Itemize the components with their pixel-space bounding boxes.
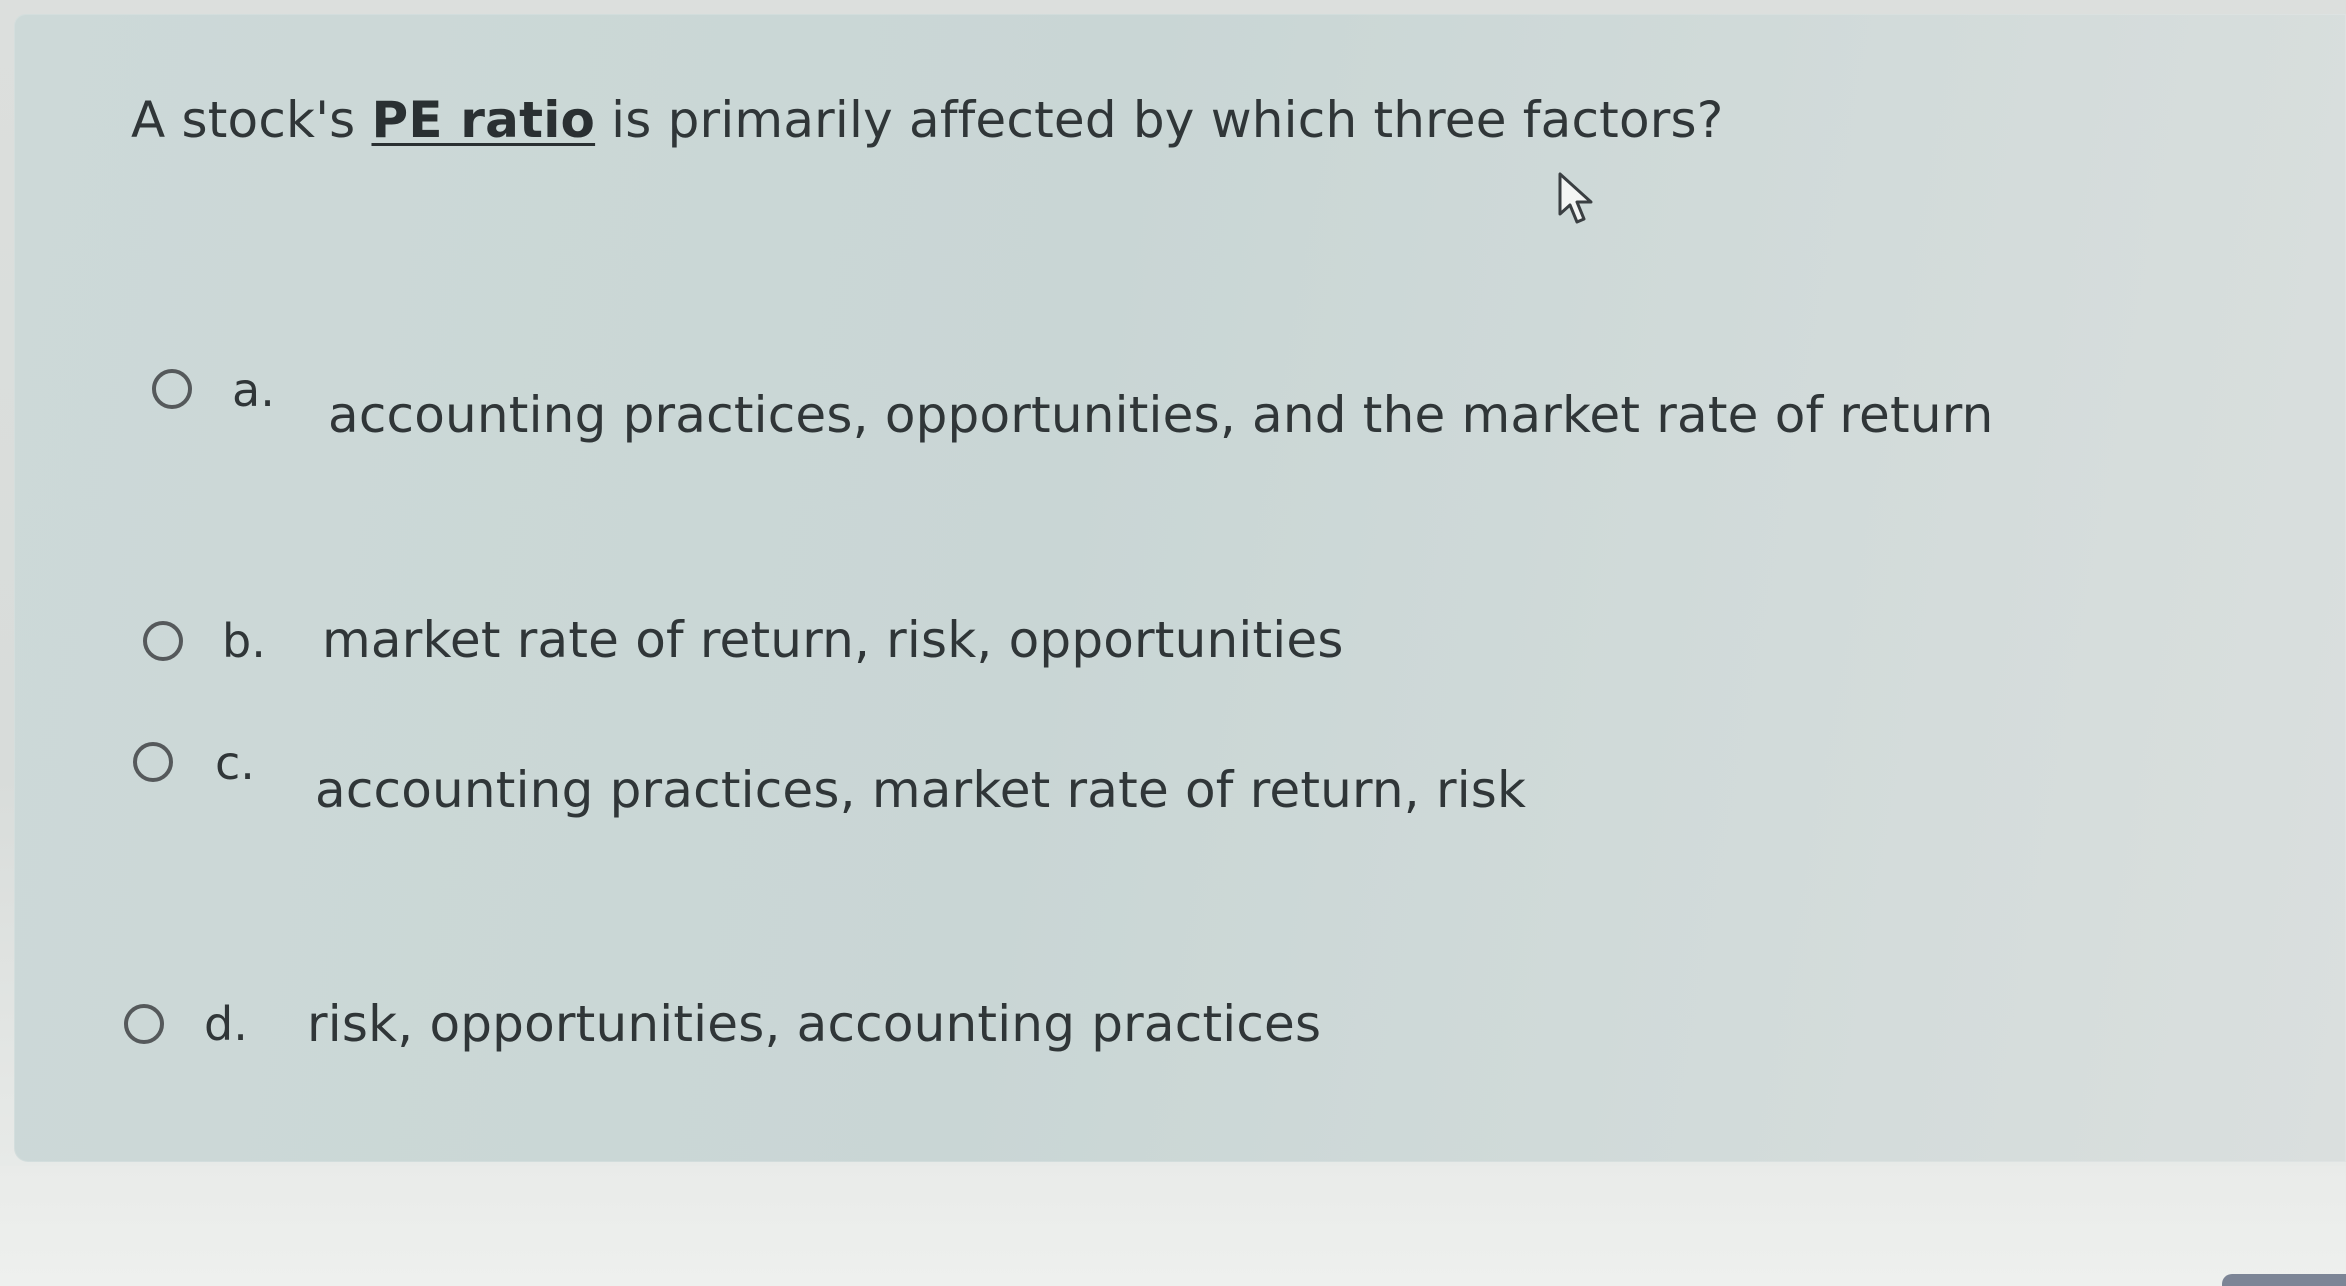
question-prefix: A stock's	[131, 91, 372, 149]
question-panel	[14, 14, 2346, 1162]
option-text-a: accounting practices, opportunities, and…	[328, 386, 1994, 444]
radio-button-c[interactable]	[133, 742, 173, 782]
question-suffix: is primarily affected by which three fac…	[595, 91, 1724, 149]
option-letter-a: a.	[232, 363, 275, 417]
option-text-d: risk, opportunities, accounting practice…	[307, 995, 1322, 1053]
option-text-b: market rate of return, risk, opportuniti…	[322, 611, 1344, 669]
radio-button-d[interactable]	[124, 1004, 164, 1044]
option-letter-c: c.	[215, 736, 255, 790]
corner-tab	[2222, 1274, 2346, 1286]
radio-button-a[interactable]	[152, 369, 192, 409]
page-bottom-area	[0, 1166, 2346, 1286]
radio-button-b[interactable]	[143, 621, 183, 661]
option-letter-b: b.	[222, 614, 266, 668]
pe-ratio-term-link[interactable]: PE ratio	[371, 91, 595, 149]
option-letter-d: d.	[204, 997, 248, 1051]
arrow-pointer-icon	[1558, 172, 1593, 224]
option-text-c: accounting practices, market rate of ret…	[315, 761, 1527, 819]
question-text: A stock's PE ratio is primarily affected…	[131, 88, 1723, 152]
